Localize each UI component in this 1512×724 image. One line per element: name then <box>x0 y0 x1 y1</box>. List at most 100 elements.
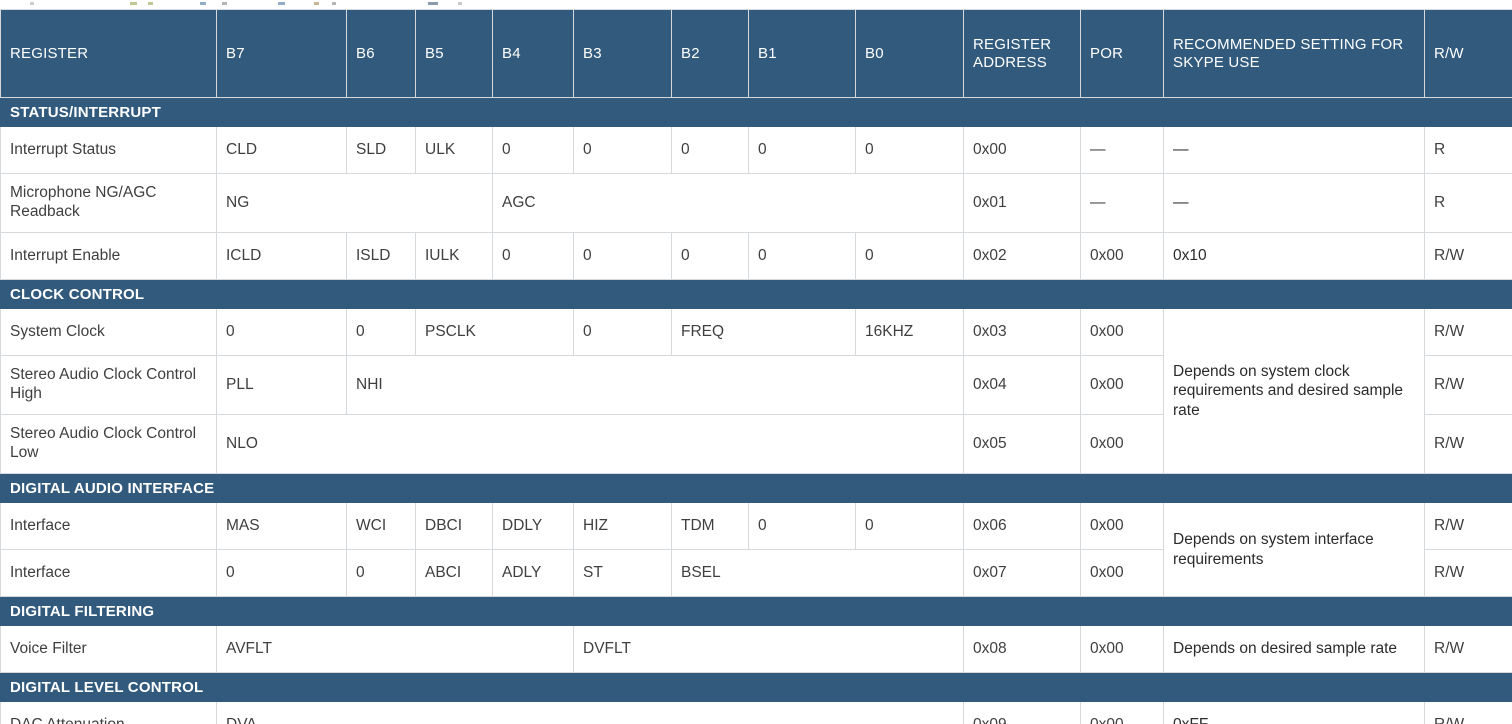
bit-cell-b4: AGC <box>492 173 964 233</box>
table-header: REGISTER B7 B6 B5 B4 B3 B2 B1 B0 REGISTE… <box>0 9 1512 98</box>
section-banner-row: DIGITAL AUDIO INTERFACE <box>0 473 1512 503</box>
bit-cell-b6: WCI <box>346 502 416 550</box>
table-row: DAC AttenuationDVA0x090x000xFFR/W <box>0 701 1512 724</box>
bit-cell-b4: ADLY <box>492 549 574 597</box>
bit-cell-b2: FREQ <box>671 308 856 356</box>
por-cell: 0x00 <box>1080 355 1164 415</box>
bit-cell-b4: DDLY <box>492 502 574 550</box>
bit-cell-b4: 0 <box>492 232 574 280</box>
register-name-cell: Voice Filter <box>0 625 217 673</box>
recommended-setting-cell: Depends on system interface requirements <box>1163 502 1425 597</box>
por-cell: 0x00 <box>1080 502 1164 550</box>
register-name-cell: Microphone NG/AGC Readback <box>0 173 217 233</box>
register-address-cell: 0x01 <box>963 173 1081 233</box>
section-banner-row: DIGITAL FILTERING <box>0 596 1512 626</box>
column-header-register-address: REGISTER ADDRESS <box>963 9 1081 98</box>
read-write-cell: R <box>1424 173 1512 233</box>
register-address-cell: 0x03 <box>963 308 1081 356</box>
register-address-cell: 0x00 <box>963 126 1081 174</box>
bit-cell-b7: AVFLT <box>216 625 574 673</box>
clipped-text-artifact <box>0 0 1512 9</box>
register-address-cell: 0x07 <box>963 549 1081 597</box>
bit-cell-b3: 0 <box>573 126 672 174</box>
bit-cell-b7: 0 <box>216 308 347 356</box>
bit-cell-b3: 0 <box>573 308 672 356</box>
bit-cell-b7: NG <box>216 173 493 233</box>
read-write-cell: R/W <box>1424 701 1512 724</box>
table-body: STATUS/INTERRUPT Interrupt Status CLD SLD UL… <box>0 97 1512 724</box>
recommended-setting-cell: 0xFF <box>1163 701 1425 724</box>
register-address-cell: 0x02 <box>963 232 1081 280</box>
bit-cell-b0: 0 <box>855 126 964 174</box>
register-name-cell: Interrupt Enable <box>0 232 217 280</box>
register-name-cell: DAC Attenuation <box>0 701 217 724</box>
bit-cell-b2: BSEL <box>671 549 964 597</box>
bit-cell-b6: SLD <box>346 126 416 174</box>
register-address-cell: 0x08 <box>963 625 1081 673</box>
column-header-b4: B4 <box>492 9 574 98</box>
read-write-cell: R/W <box>1424 232 1512 280</box>
bit-cell-b1: 0 <box>748 126 856 174</box>
recommended-setting-cell: Depends on system clock requirements and… <box>1163 308 1425 474</box>
bit-cell-b7: NLO <box>216 414 964 474</box>
column-header-register: REGISTER <box>0 9 217 98</box>
recommended-setting-cell: 0x10 <box>1163 232 1425 280</box>
table-row: Microphone NG/AGC Readback NG AGC 0x01— — R <box>0 173 1512 233</box>
register-address-cell: 0x09 <box>963 701 1081 724</box>
header-row: REGISTER B7 B6 B5 B4 B3 B2 B1 B0 REGISTE… <box>0 9 1512 98</box>
bit-cell-b3: 0 <box>573 232 672 280</box>
por-cell: 0x00 <box>1080 414 1164 474</box>
section-title: STATUS/INTERRUPT <box>0 97 1512 127</box>
column-header-b5: B5 <box>415 9 493 98</box>
por-cell: 0x00 <box>1080 701 1164 724</box>
bit-cell-b7: DVA <box>216 701 964 724</box>
register-name-cell: Stereo Audio Clock Control High <box>0 355 217 415</box>
table-row: Interrupt Status CLD SLD ULK 0 0 0 0 0 0x00— — R <box>0 126 1512 174</box>
read-write-cell: R/W <box>1424 549 1512 597</box>
bit-cell-b3: ST <box>573 549 672 597</box>
bit-cell-b0: 0 <box>855 502 964 550</box>
section-banner-row: STATUS/INTERRUPT <box>0 97 1512 127</box>
register-table-page: REGISTER B7 B6 B5 B4 B3 B2 B1 B0 REGISTE… <box>0 0 1512 724</box>
bit-cell-b5: IULK <box>415 232 493 280</box>
bit-cell-b7: ICLD <box>216 232 347 280</box>
por-cell: 0x00 <box>1080 549 1164 597</box>
column-header-b0: B0 <box>855 9 964 98</box>
register-name-cell: Stereo Audio Clock Control Low <box>0 414 217 474</box>
column-header-recommended-setting: RECOMMENDED SETTING FOR SKYPE USE <box>1163 9 1425 98</box>
por-cell: 0x00 <box>1080 232 1164 280</box>
section-title: CLOCK CONTROL <box>0 279 1512 309</box>
table-row: Voice Filter AVFLT DVFLT 0x08 0x00 Depends on… <box>0 625 1512 673</box>
column-header-rw: R/W <box>1424 9 1512 98</box>
recommended-setting-cell: Depends on desired sample rate <box>1163 625 1425 673</box>
section-banner-row: DIGITAL LEVEL CONTROL <box>0 672 1512 702</box>
bit-cell-b4: 0 <box>492 126 574 174</box>
register-name-cell: Interrupt Status <box>0 126 217 174</box>
bit-cell-b6: 0 <box>346 308 416 356</box>
bit-cell-b5: PSCLK <box>415 308 574 356</box>
column-header-b3: B3 <box>573 9 672 98</box>
bit-cell-b5: DBCI <box>415 502 493 550</box>
section-title: DIGITAL AUDIO INTERFACE <box>0 473 1512 503</box>
section-banner-row: CLOCK CONTROL <box>0 279 1512 309</box>
section-title: DIGITAL LEVEL CONTROL <box>0 672 1512 702</box>
bit-cell-b2: 0 <box>671 126 749 174</box>
bit-cell-b3: DVFLT <box>573 625 964 673</box>
bit-cell-b6: ISLD <box>346 232 416 280</box>
register-map-table: REGISTER B7 B6 B5 B4 B3 B2 B1 B0 REGISTE… <box>0 9 1512 724</box>
bit-cell-b1: 0 <box>748 232 856 280</box>
register-address-cell: 0x06 <box>963 502 1081 550</box>
column-header-b7: B7 <box>216 9 347 98</box>
bit-cell-b0: 0 <box>855 232 964 280</box>
bit-cell-b3: HIZ <box>573 502 672 550</box>
register-address-cell: 0x04 <box>963 355 1081 415</box>
recommended-setting-cell: — <box>1163 173 1425 233</box>
bit-cell-b2: TDM <box>671 502 749 550</box>
column-header-b1: B1 <box>748 9 856 98</box>
bit-cell-b6: 0 <box>346 549 416 597</box>
register-name-cell: Interface <box>0 549 217 597</box>
por-cell: 0x00 <box>1080 625 1164 673</box>
por-cell: — <box>1080 126 1164 174</box>
column-header-por: POR <box>1080 9 1164 98</box>
bit-cell-b6: NHI <box>346 355 964 415</box>
